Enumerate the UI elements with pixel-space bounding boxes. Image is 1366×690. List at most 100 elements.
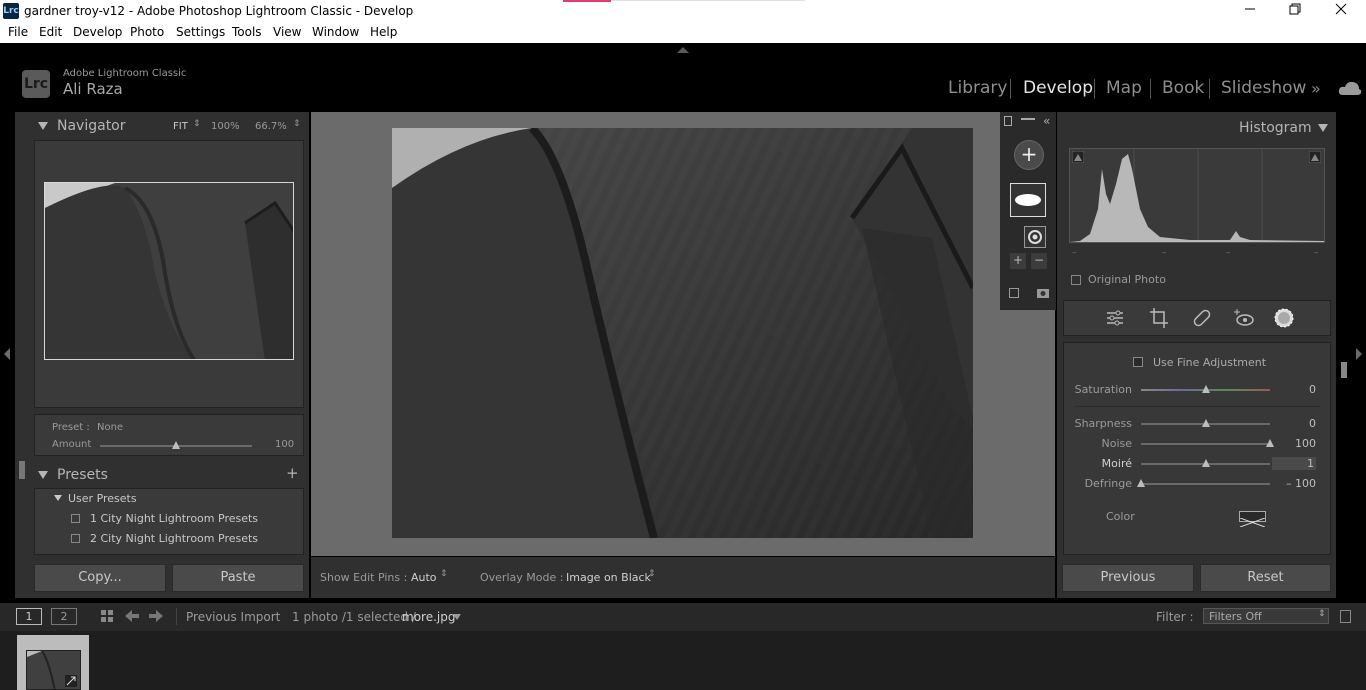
collapse-top-icon[interactable] — [677, 46, 689, 54]
brush-mask-thumb[interactable] — [1010, 183, 1046, 217]
color-swatch[interactable] — [1239, 511, 1266, 528]
zoom-custom[interactable]: 66.7% — [255, 121, 287, 132]
minimize-icon — [1245, 8, 1255, 10]
slider-value[interactable]: 1 — [1272, 457, 1316, 470]
tool-strip-collapse-icon[interactable]: « — [1043, 114, 1050, 128]
tool-strip-box-icon[interactable] — [1004, 116, 1012, 126]
presets-collapse-icon[interactable] — [38, 470, 48, 480]
slider-value[interactable]: – 100 — [1272, 477, 1316, 490]
navigator-thumbnail-image — [45, 183, 293, 359]
histogram-chart[interactable] — [1069, 148, 1325, 243]
cloud-icon[interactable] — [1338, 80, 1362, 96]
menu-view[interactable]: View — [273, 25, 301, 39]
slider-track[interactable] — [1141, 483, 1270, 485]
histogram-collapse-icon[interactable] — [1318, 123, 1328, 133]
slider-thumb[interactable] — [1201, 419, 1210, 427]
menu-develop[interactable]: Develop — [73, 25, 122, 39]
crop-icon[interactable] — [1149, 307, 1169, 329]
previous-button[interactable]: Previous — [1062, 564, 1194, 592]
restore-button[interactable] — [1272, 0, 1318, 23]
back-arrow-icon[interactable] — [125, 610, 139, 622]
mask-subtract-button[interactable]: − — [1031, 253, 1047, 269]
original-photo-checkbox[interactable] — [1071, 275, 1081, 285]
fine-adjustment-checkbox[interactable] — [1133, 357, 1143, 367]
main-photo[interactable] — [392, 128, 973, 538]
overlay-mode-spinner-icon[interactable]: ⇕ — [648, 569, 656, 579]
filename-dropdown-icon[interactable] — [453, 614, 461, 620]
menu-edit[interactable]: Edit — [39, 25, 62, 39]
filter-lock-icon[interactable] — [1340, 610, 1351, 623]
slider-value[interactable]: 100 — [1272, 437, 1316, 450]
zoom-custom-spinner-icon[interactable]: ⇕ — [293, 119, 301, 129]
module-book[interactable]: Book — [1162, 78, 1204, 98]
slider-value[interactable]: 0 — [1272, 417, 1316, 430]
navigator-collapse-icon[interactable] — [38, 121, 48, 131]
module-slideshow[interactable]: Slideshow — [1221, 78, 1306, 98]
slider-value[interactable]: 0 — [1272, 383, 1316, 396]
slider-thumb[interactable] — [1201, 459, 1210, 467]
highlight-clipping-icon[interactable] — [1309, 151, 1321, 163]
menu-photo[interactable]: Photo — [130, 25, 164, 39]
mask-add-button[interactable]: + — [1010, 253, 1026, 269]
navigator-preview[interactable] — [44, 182, 294, 360]
masking-icon[interactable] — [1273, 307, 1295, 329]
histogram-graph — [1070, 149, 1324, 242]
mask-overlay-button[interactable] — [1024, 226, 1046, 248]
filmbar-separator — [176, 608, 177, 625]
red-eye-icon[interactable] — [1234, 307, 1254, 329]
show-overlay-checkbox[interactable] — [1009, 288, 1019, 298]
minimize-button[interactable] — [1227, 0, 1273, 23]
filter-select[interactable]: Filters Off ⇕ — [1203, 608, 1329, 624]
more-modules-icon[interactable]: » — [1311, 79, 1321, 98]
secondary-window-button[interactable]: 2 — [51, 608, 77, 625]
filename[interactable]: more.jpg — [402, 610, 455, 624]
module-develop[interactable]: Develop — [1023, 78, 1093, 98]
healing-icon[interactable] — [1192, 308, 1212, 328]
paste-button[interactable]: Paste — [172, 564, 304, 592]
overlay-mode-value[interactable]: Image on Black — [566, 571, 651, 584]
preset-item-2[interactable]: 2 City Night Lightroom Presets — [90, 532, 258, 545]
zoom-fit[interactable]: FIT — [173, 121, 188, 132]
edit-pins-value[interactable]: Auto — [411, 571, 437, 584]
menu-window[interactable]: Window — [312, 25, 359, 39]
close-button[interactable] — [1318, 0, 1364, 23]
module-map[interactable]: Map — [1106, 78, 1142, 98]
camera-icon[interactable] — [1036, 287, 1050, 299]
slider-thumb[interactable] — [1137, 479, 1145, 487]
filmstrip-cell[interactable] — [17, 635, 89, 690]
menu-tools[interactable]: Tools — [232, 25, 262, 39]
add-mask-button[interactable]: + — [1014, 140, 1044, 170]
copy-button[interactable]: Copy... — [34, 564, 166, 592]
user-presets-expand-icon[interactable] — [54, 494, 62, 502]
no-color-icon — [1239, 517, 1266, 528]
original-photo-label: Original Photo — [1088, 273, 1166, 286]
tool-strip-minimize-icon[interactable] — [1021, 118, 1035, 120]
preset-item-1[interactable]: 1 City Night Lightroom Presets — [90, 512, 258, 525]
filter-value: Filters Off — [1209, 610, 1262, 623]
slider-label: Moiré — [1101, 457, 1132, 470]
right-panel-toggle-icon[interactable] — [1355, 348, 1363, 360]
menu-help[interactable]: Help — [370, 25, 397, 39]
user-presets-group[interactable]: User Presets — [68, 492, 137, 505]
edit-pins-spinner-icon[interactable]: ⇕ — [440, 569, 448, 579]
reset-button[interactable]: Reset — [1200, 564, 1331, 592]
slider-track[interactable] — [1141, 443, 1270, 445]
shadow-clipping-icon[interactable] — [1072, 151, 1084, 163]
amount-slider-thumb[interactable] — [172, 441, 180, 449]
edit-sliders-icon[interactable] — [1105, 308, 1125, 328]
slider-thumb[interactable] — [1201, 385, 1210, 393]
grid-view-icon[interactable] — [100, 609, 114, 623]
primary-window-button[interactable]: 1 — [16, 608, 42, 625]
menu-settings[interactable]: Settings — [176, 25, 225, 39]
menu-file[interactable]: File — [8, 25, 28, 39]
left-panel-scrollbar[interactable] — [19, 461, 25, 479]
add-preset-icon[interactable]: + — [286, 464, 299, 482]
module-library[interactable]: Library — [948, 78, 1007, 98]
source-label[interactable]: Previous Import — [186, 610, 280, 624]
zoom-fit-spinner-icon[interactable]: ⇕ — [193, 119, 201, 129]
forward-arrow-icon[interactable] — [149, 610, 163, 622]
zoom-100[interactable]: 100% — [211, 121, 240, 132]
edit-pins-label: Show Edit Pins : — [320, 571, 408, 584]
left-panel-toggle-icon[interactable] — [3, 348, 11, 360]
right-panel-scrollbar[interactable] — [1341, 362, 1347, 378]
